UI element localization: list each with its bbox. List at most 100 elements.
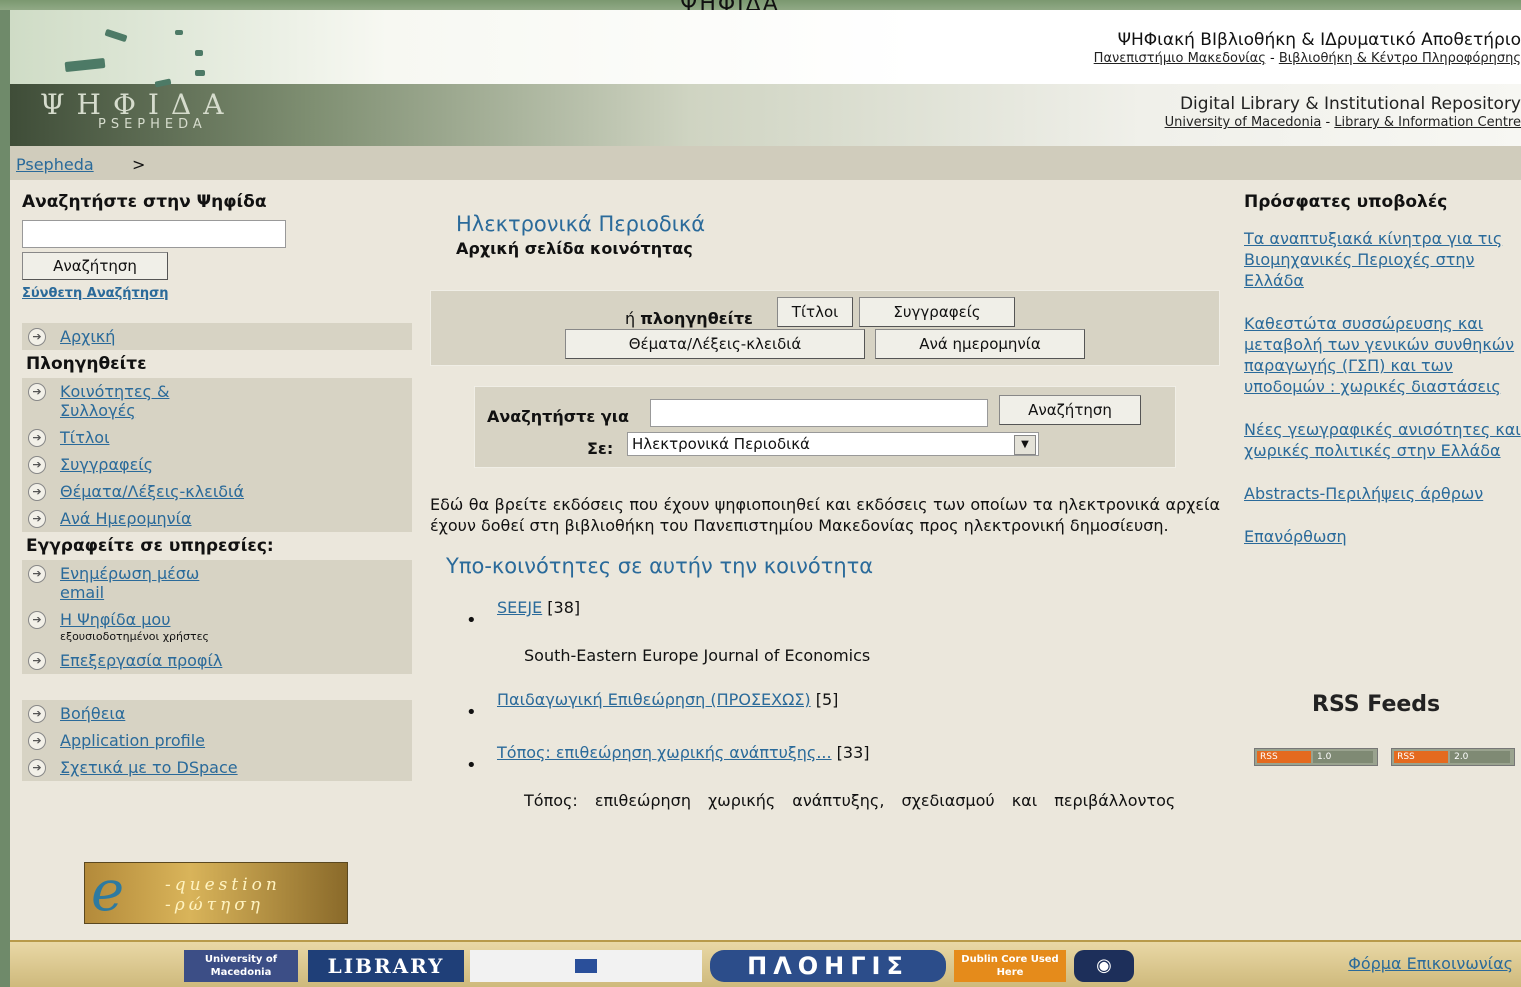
community-description: Εδώ θα βρείτε εκδόσεις που έχουν ψηφιοπο… <box>430 495 1220 535</box>
sidebar-item-edit-profile[interactable]: ➔ Επεξεργασία προφίλ <box>22 647 412 674</box>
advanced-search-link[interactable]: Σύνθετη Αναζήτηση <box>22 286 422 301</box>
recent-item-link[interactable]: Abstracts-Περιλήψεις άρθρων <box>1244 483 1521 504</box>
arrow-circle-icon: ➔ <box>28 510 46 528</box>
sidebar-item-authors[interactable]: ➔ Συγγραφείς <box>22 451 412 478</box>
bullet-icon: • <box>466 755 477 776</box>
sidebar-item-email-alerts[interactable]: ➔ Ενημέρωση μέσω email <box>22 560 412 606</box>
bullet-icon: • <box>466 702 477 723</box>
scope-select[interactable]: Ηλεκτρονικά Περιοδικά ▼ <box>627 432 1039 456</box>
main-content: Ηλεκτρονικά Περιοδικά Αρχική σελίδα κοιν… <box>430 200 1222 810</box>
community-search-input[interactable] <box>650 399 988 427</box>
arrow-circle-icon: ➔ <box>28 483 46 501</box>
sidebar-item-application-profile[interactable]: ➔ Application profile <box>22 727 412 754</box>
greek-site-title: ΨΗΦιακή ΒΙβλιοθήκη & ΙΔρυματικό Αποθετήρ… <box>1117 30 1521 50</box>
browse-label: ή πλοηγηθείτε <box>625 309 753 328</box>
recent-item-link[interactable]: Επανόρθωση <box>1244 526 1521 547</box>
left-sidebar: Αναζητήστε στην Ψηφίδα Αναζήτηση Σύνθετη… <box>22 192 422 781</box>
sidebar-item-my-psepheda[interactable]: ➔ Η Ψηφίδα μου εξουσιοδοτημένοι χρήστες <box>22 606 412 647</box>
subcommunities-list: • SEEJE [38] South-Eastern Europe Journa… <box>466 598 1226 835</box>
subcommunity-link[interactable]: Τόπος: επιθεώρηση χωρικής ανάπτυξης... <box>497 743 832 762</box>
subcommunity-link[interactable]: SEEJE <box>497 598 542 617</box>
sidebar-item-home[interactable]: ➔ Αρχική <box>22 323 412 350</box>
greek-library-link[interactable]: Βιβλιοθήκη & Κέντρο Πληροφόρησης <box>1279 51 1521 66</box>
help-panel: ➔ Βοήθεια ➔ Application profile ➔ Σχετικ… <box>22 700 412 781</box>
search-for-label: Αναζητήστε για <box>487 407 629 426</box>
greek-university-link[interactable]: Πανεπιστήμιο Μακεδονίας <box>1094 51 1266 66</box>
sidebar-item-communities[interactable]: ➔ Κοινότητες & Συλλογές <box>22 378 412 424</box>
recent-item-link[interactable]: Καθεστώτα συσσώρευσης και μεταβολή των γ… <box>1244 313 1521 397</box>
window-title-strip: ΨΗΦΙΔΑ <box>0 0 1521 17</box>
browse-heading: Πλοηγηθείτε <box>26 354 147 374</box>
arrow-circle-icon: ➔ <box>28 383 46 401</box>
arrow-circle-icon: ➔ <box>28 732 46 750</box>
equestion-logo[interactable]: e -question -ρώτηση <box>84 862 348 924</box>
books-logo-graphic <box>64 24 235 88</box>
english-university-link[interactable]: University of Macedonia <box>1165 115 1322 130</box>
page: ΨΗΦΙΔΑ PSEPHEDA ΨΗΦιακή ΒΙβλιοθήκη & ΙΔρ… <box>10 10 1521 987</box>
subcommunity-description: South-Eastern Europe Journal of Economic… <box>524 646 871 665</box>
browse-titles-button[interactable]: Τίτλοι <box>777 297 853 327</box>
community-search-panel: Αναζητήστε για Αναζήτηση Σε: Ηλεκτρονικά… <box>474 386 1176 468</box>
browse-box: ή πλοηγηθείτε Τίτλοι Συγγραφείς Θέματα/Λ… <box>430 290 1220 366</box>
sidebar-item-help[interactable]: ➔ Βοήθεια <box>22 700 412 727</box>
chevron-down-icon[interactable]: ▼ <box>1014 435 1036 455</box>
subscribe-panel: ➔ Ενημέρωση μέσω email ➔ Η Ψηφίδα μου εξ… <box>22 560 412 674</box>
breadcrumb: Psepheda > <box>10 146 1521 180</box>
breadcrumb-home-link[interactable]: Psepheda <box>16 155 94 174</box>
rss-badges: RSS 1.0 RSS 2.0 <box>1254 748 1521 770</box>
university-logo[interactable]: University of Macedonia <box>184 950 298 982</box>
arrow-circle-icon: ➔ <box>28 328 46 346</box>
community-subtitle: Αρχική σελίδα κοινότητας <box>456 239 693 258</box>
recent-submissions-list: Τα αναπτυξιακά κίνητρα για τις Βιομηχανι… <box>1244 228 1521 547</box>
arrow-circle-icon: ➔ <box>28 705 46 723</box>
psepheda-logo[interactable]: ΨΗΦΙΔΑ PSEPHEDA <box>40 88 235 132</box>
english-library-link[interactable]: Library & Information Centre <box>1334 115 1521 130</box>
library-logo[interactable]: LIBRARY <box>308 950 464 982</box>
subcommunity-link[interactable]: Παιδαγωγική Επιθεώρηση (ΠΡΟΣΕΧΩΣ) <box>497 690 811 709</box>
community-title: Ηλεκτρονικά Περιοδικά <box>456 212 706 236</box>
arrow-circle-icon: ➔ <box>28 565 46 583</box>
browse-panel: ➔ Κοινότητες & Συλλογές ➔ Τίτλοι ➔ Συγγρ… <box>22 378 412 532</box>
right-sidebar: Πρόσφατες υποβολές Τα αναπτυξιακά κίνητρ… <box>1244 192 1521 766</box>
authorized-users-note: εξουσιοδοτημένοι χρήστες <box>60 630 209 643</box>
home-panel: ➔ Αρχική <box>22 323 412 350</box>
eye-icon[interactable]: ◉ <box>1074 950 1134 982</box>
bullet-icon: • <box>466 610 477 631</box>
browse-date-button[interactable]: Ανά ημερομηνία <box>875 329 1085 359</box>
arrow-circle-icon: ➔ <box>28 652 46 670</box>
sidebar-item-date[interactable]: ➔ Ανά Ημερομηνία <box>22 505 412 532</box>
header-greek: ΨΗΦιακή ΒΙβλιοθήκη & ΙΔρυματικό Αποθετήρ… <box>1093 30 1521 66</box>
sidebar-search-heading: Αναζητήστε στην Ψηφίδα <box>22 192 267 212</box>
english-site-title: Digital Library & Institutional Reposito… <box>1179 94 1521 114</box>
arrow-circle-icon: ➔ <box>28 429 46 447</box>
rss-2-badge[interactable]: RSS 2.0 <box>1391 748 1516 766</box>
community-search-button[interactable]: Αναζήτηση <box>999 395 1141 425</box>
sidebar-item-subjects[interactable]: ➔ Θέματα/Λέξεις-κλειδιά <box>22 478 412 505</box>
list-item: • SEEJE [38] South-Eastern Europe Journa… <box>466 598 1226 666</box>
dublin-core-logo[interactable]: Dublin Core Used Here <box>954 950 1066 982</box>
plogis-logo[interactable]: ΠΛΟΗΓΙΣ <box>710 950 946 982</box>
arrow-circle-icon: ➔ <box>28 611 46 629</box>
footer: University of Macedonia LIBRARY ΠΛΟΗΓΙΣ … <box>10 940 1521 987</box>
sidebar-search-button[interactable]: Αναζήτηση <box>22 252 168 280</box>
subcommunity-description: Τόπος: επιθεώρηση χωρικής ανάπτυξης, σχε… <box>524 791 1176 810</box>
arrow-circle-icon: ➔ <box>28 759 46 777</box>
sidebar-search-input[interactable] <box>22 220 286 248</box>
rss-1-badge[interactable]: RSS 1.0 <box>1254 748 1378 766</box>
eu-flag-icon <box>575 958 597 973</box>
eu-funding-logo[interactable] <box>470 950 702 982</box>
list-item: • Τόπος: επιθεώρηση χωρικής ανάπτυξης...… <box>466 743 1226 811</box>
browse-authors-button[interactable]: Συγγραφείς <box>859 297 1015 327</box>
subcommunities-heading: Υπο-κοινότητες σε αυτήν την κοινότητα <box>446 554 874 578</box>
rss-feeds-heading: RSS Feeds <box>1312 692 1441 717</box>
browse-subjects-button[interactable]: Θέματα/Λέξεις-κλειδιά <box>565 329 865 359</box>
contact-form-link[interactable]: Φόρμα Επικοινωνίας <box>1348 954 1513 973</box>
recent-item-link[interactable]: Νέες γεωγραφικές ανισότητες και χωρικές … <box>1244 419 1521 461</box>
sidebar-item-titles[interactable]: ➔ Τίτλοι <box>22 424 412 451</box>
subscribe-heading: Εγγραφείτε σε υπηρεσίες: <box>26 536 274 556</box>
sidebar-item-about-dspace[interactable]: ➔ Σχετικά με το DSpace <box>22 754 412 781</box>
recent-submissions-heading: Πρόσφατες υποβολές <box>1244 192 1448 212</box>
recent-item-link[interactable]: Τα αναπτυξιακά κίνητρα για τις Βιομηχανι… <box>1244 228 1521 291</box>
header-english: Digital Library & Institutional Reposito… <box>1164 94 1521 130</box>
scope-label: Σε: <box>587 439 614 458</box>
